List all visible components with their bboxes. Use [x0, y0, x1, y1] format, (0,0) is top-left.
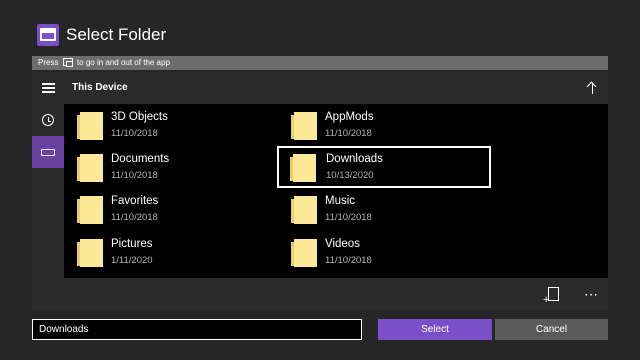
folder-icon — [291, 196, 317, 224]
cancel-button[interactable]: Cancel — [495, 319, 608, 340]
folder-icon — [77, 112, 103, 140]
navigation-rail — [32, 72, 64, 310]
folder-item-appmods[interactable]: AppMods 11/10/2018 — [291, 108, 502, 146]
folder-item-downloads[interactable]: Downloads 10/13/2020 — [277, 146, 491, 188]
folder-name: 3D Objects — [111, 111, 168, 123]
folder-name-input[interactable] — [32, 319, 362, 340]
folder-date: 11/10/2018 — [325, 255, 372, 266]
location-header: This Device — [64, 72, 608, 104]
new-folder-icon[interactable]: + — [543, 286, 559, 306]
up-arrow-icon[interactable] — [582, 78, 602, 98]
folder-name: Music — [325, 195, 356, 207]
folder-browser: This Device 3D Objects 11/10/2018 AppMod… — [64, 72, 608, 310]
recent-clock-icon[interactable] — [32, 104, 64, 136]
hint-text-after: to go in and out of the app — [76, 58, 170, 67]
browser-toolbar: + ⋯ — [64, 278, 608, 310]
folder-name: Documents — [111, 153, 170, 165]
folder-name: AppMods — [325, 111, 374, 123]
hint-text-before: Press — [38, 58, 59, 67]
drive-icon[interactable] — [32, 136, 64, 168]
folder-item-pictures[interactable]: Pictures 1/11/2020 — [77, 235, 288, 273]
title-bar: Select Folder — [37, 24, 166, 46]
folder-name: Pictures — [111, 238, 153, 250]
folder-icon — [291, 239, 317, 267]
folder-name: Videos — [325, 238, 360, 250]
folder-item-favorites[interactable]: Favorites 11/10/2018 — [77, 192, 288, 230]
window-title: Select Folder — [66, 25, 167, 44]
folder-item-videos[interactable]: Videos 11/10/2018 — [291, 235, 502, 273]
folder-date: 11/10/2018 — [325, 128, 372, 139]
view-button-icon — [62, 58, 73, 67]
hamburger-menu-icon[interactable] — [32, 72, 64, 104]
folder-item-documents[interactable]: Documents 11/10/2018 — [77, 150, 288, 188]
folder-date: 11/10/2018 — [111, 170, 158, 181]
folder-name: Downloads — [326, 153, 383, 165]
folder-icon — [290, 154, 316, 182]
folder-date: 11/10/2018 — [111, 128, 158, 139]
folder-date: 1/11/2020 — [111, 255, 153, 266]
folder-icon — [77, 196, 103, 224]
hint-bar: Press to go in and out of the app — [32, 56, 608, 70]
more-options-icon[interactable]: ⋯ — [584, 287, 599, 301]
folder-icon — [77, 239, 103, 267]
folder-app-icon — [37, 24, 59, 46]
folder-date: 11/10/2018 — [325, 212, 372, 223]
folder-icon — [291, 112, 317, 140]
location-title: This Device — [72, 82, 128, 93]
folder-grid: 3D Objects 11/10/2018 AppMods 11/10/2018… — [64, 104, 608, 278]
folder-date: 10/13/2020 — [326, 170, 374, 181]
folder-item-music[interactable]: Music 11/10/2018 — [291, 192, 502, 230]
folder-icon — [77, 154, 103, 182]
folder-date: 11/10/2018 — [111, 212, 158, 223]
folder-item-3d-objects[interactable]: 3D Objects 11/10/2018 — [77, 108, 288, 146]
select-button[interactable]: Select — [378, 319, 492, 340]
folder-name: Favorites — [111, 195, 159, 207]
